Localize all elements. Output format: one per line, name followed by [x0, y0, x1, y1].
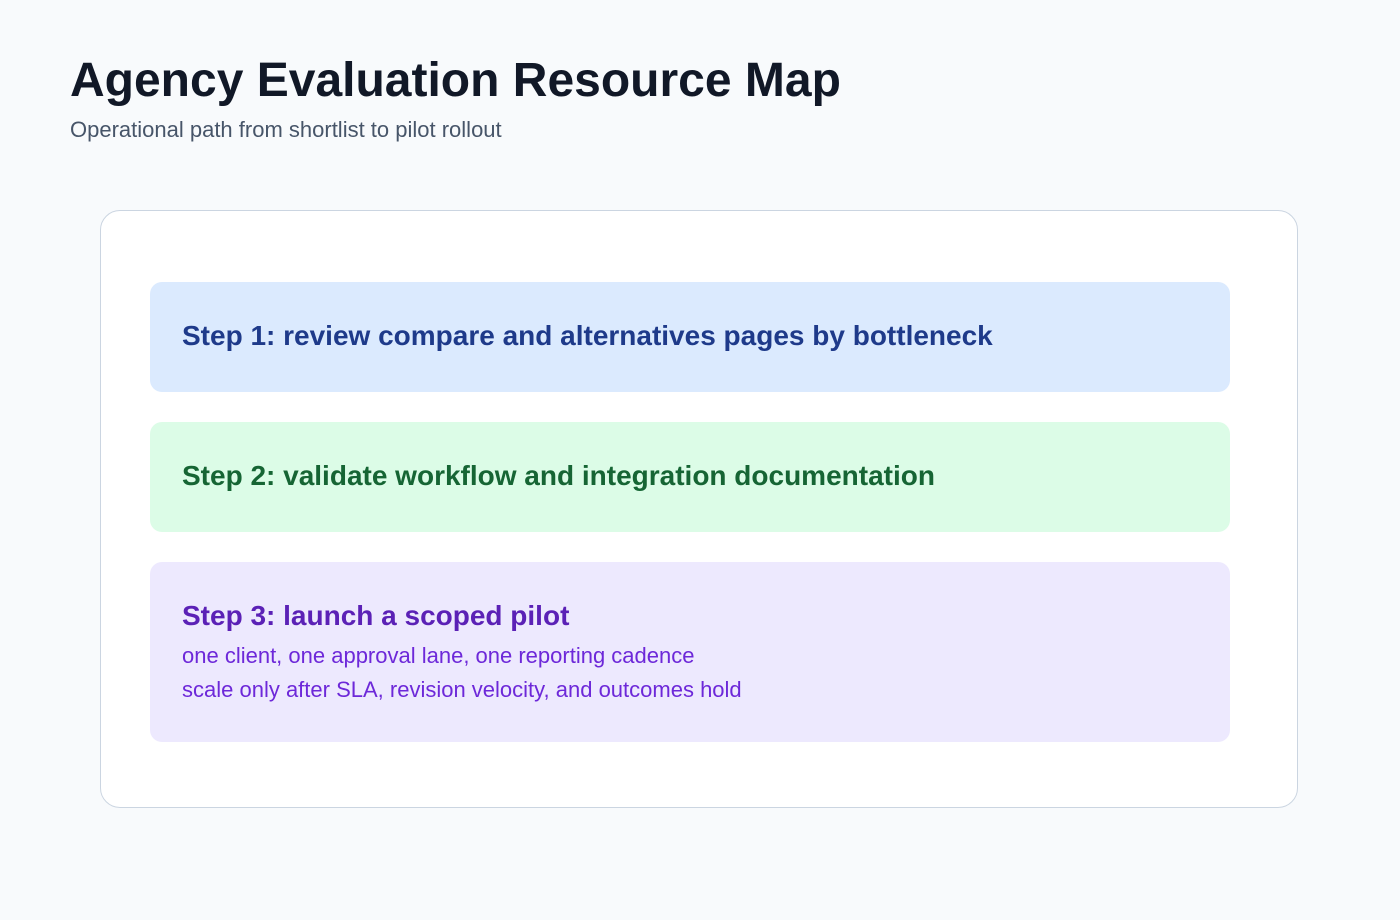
step-2-title: Step 2: validate workflow and integratio… — [182, 460, 935, 491]
page-subtitle: Operational path from shortlist to pilot… — [70, 117, 502, 142]
step-3-card: Step 3: launch a scoped pilot one client… — [150, 562, 1230, 742]
step-2-card: Step 2: validate workflow and integratio… — [150, 422, 1230, 532]
step-1-card: Step 1: review compare and alternatives … — [150, 282, 1230, 392]
step-1-title: Step 1: review compare and alternatives … — [182, 320, 993, 351]
step-3-title: Step 3: launch a scoped pilot — [182, 600, 570, 631]
page-title: Agency Evaluation Resource Map — [70, 54, 841, 107]
resource-map-card: Step 1: review compare and alternatives … — [100, 210, 1298, 808]
step-3-detail-scale: scale only after SLA, revision velocity,… — [182, 677, 742, 702]
step-3-detail-scope: one client, one approval lane, one repor… — [182, 643, 695, 668]
